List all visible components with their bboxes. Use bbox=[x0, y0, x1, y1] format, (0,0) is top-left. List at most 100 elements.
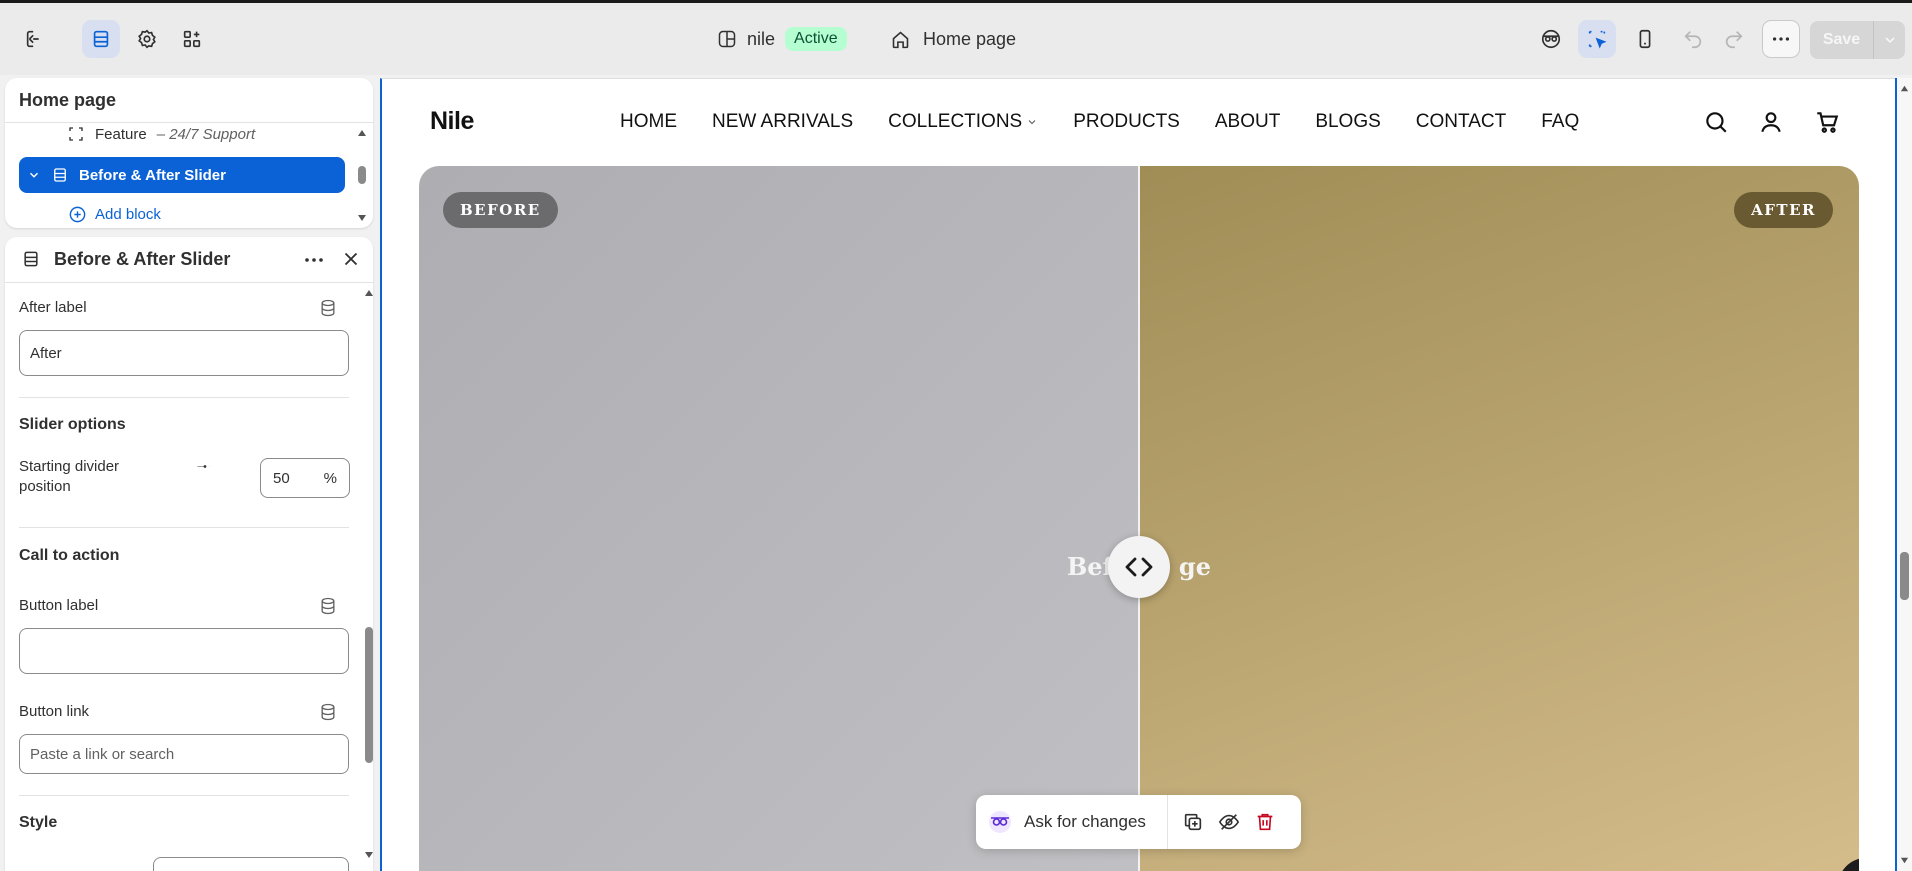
scrollbar-thumb[interactable] bbox=[1900, 552, 1909, 600]
scroll-up-icon[interactable] bbox=[1900, 84, 1909, 93]
settings-gear-icon bbox=[138, 29, 156, 49]
divider bbox=[19, 795, 349, 796]
before-badge: BEFORE bbox=[443, 192, 558, 228]
tree-item-detail: – 24/7 Support bbox=[156, 125, 256, 143]
page-selector[interactable]: Home page bbox=[890, 23, 1016, 55]
cart-icon[interactable] bbox=[1814, 109, 1840, 135]
tree-item-feature[interactable]: Feature – 24/7 Support bbox=[67, 116, 255, 152]
theme-status-badge: Active bbox=[785, 27, 847, 51]
nav-link-home[interactable]: HOME bbox=[620, 111, 677, 133]
theme-preview: Nile HOME NEW ARRIVALS COLLECTIONS PRODU… bbox=[380, 78, 1895, 871]
search-icon[interactable] bbox=[1703, 109, 1729, 135]
duplicate-icon[interactable] bbox=[1182, 811, 1204, 833]
site-nav: HOME NEW ARRIVALS COLLECTIONS PRODUCTS A… bbox=[620, 111, 1579, 133]
redo-button[interactable] bbox=[1715, 20, 1753, 58]
preview-scrollbar[interactable] bbox=[1895, 78, 1912, 871]
nav-link-new-arrivals[interactable]: NEW ARRIVALS bbox=[712, 111, 853, 133]
button-label-input[interactable] bbox=[19, 628, 349, 674]
save-button[interactable]: Save bbox=[1810, 21, 1873, 59]
theme-name: nile bbox=[747, 28, 776, 49]
panel-title: Home page bbox=[19, 90, 117, 110]
settings-header: Before & After Slider bbox=[5, 237, 373, 283]
nav-link-contact[interactable]: CONTACT bbox=[1416, 111, 1506, 133]
divider-position-value: 50 bbox=[273, 469, 290, 487]
account-icon[interactable] bbox=[1758, 109, 1784, 135]
page-name: Home page bbox=[923, 28, 1017, 49]
select-mode-button[interactable] bbox=[1578, 20, 1616, 58]
nav-link-label: COLLECTIONS bbox=[888, 111, 1023, 132]
button-label-label: Button label bbox=[19, 597, 99, 614]
block-dashed-icon bbox=[69, 127, 83, 141]
close-icon[interactable] bbox=[340, 248, 362, 270]
scroll-down-icon[interactable] bbox=[1900, 856, 1909, 865]
button-link-input[interactable]: Paste a link or search bbox=[19, 734, 349, 774]
nav-link-blogs[interactable]: BLOGS bbox=[1315, 111, 1380, 133]
assistant-avatar-icon bbox=[989, 811, 1011, 833]
before-after-slider[interactable]: BEFORE AFTER Bef ge bbox=[419, 166, 1859, 871]
sections-icon bbox=[93, 30, 109, 48]
scroll-down-icon[interactable] bbox=[364, 849, 373, 861]
scroll-down-icon[interactable] bbox=[357, 212, 367, 224]
caption-right: ge bbox=[1178, 552, 1211, 581]
tree-item-before-after-slider[interactable]: Before & After Slider bbox=[19, 157, 345, 193]
slider-divider-line bbox=[1138, 166, 1140, 871]
after-label-label: After label bbox=[19, 299, 87, 316]
nav-link-collections[interactable]: COLLECTIONS bbox=[888, 111, 1038, 133]
mobile-preview-button[interactable] bbox=[1626, 20, 1664, 58]
divider-position-slider[interactable] bbox=[153, 465, 257, 468]
undo-icon bbox=[1684, 31, 1702, 49]
editor-toolbar: nile Active Home page Save bbox=[0, 3, 1912, 75]
tree-item-label: Feature bbox=[95, 125, 147, 143]
before-image bbox=[419, 166, 1139, 871]
database-icon[interactable] bbox=[318, 596, 338, 616]
divider-position-input[interactable]: 50 % bbox=[260, 458, 350, 498]
apps-tab[interactable] bbox=[173, 20, 211, 58]
ask-for-changes-label: Ask for changes bbox=[1024, 812, 1146, 831]
site-logo[interactable]: Nile bbox=[430, 107, 474, 136]
after-label-input[interactable]: After bbox=[19, 330, 349, 376]
style-select[interactable] bbox=[153, 857, 349, 871]
nav-link-products[interactable]: PRODUCTS bbox=[1073, 111, 1180, 133]
nav-link-about[interactable]: ABOUT bbox=[1215, 111, 1280, 133]
home-icon bbox=[892, 30, 909, 48]
theme-selector[interactable]: nile Active bbox=[717, 23, 847, 55]
more-icon[interactable] bbox=[302, 248, 326, 272]
settings-title: Before & After Slider bbox=[54, 249, 231, 269]
plus-circle-icon bbox=[69, 206, 86, 222]
scrollbar-thumb[interactable] bbox=[358, 166, 366, 184]
save-group: Save bbox=[1810, 21, 1905, 59]
scroll-up-icon[interactable] bbox=[364, 287, 373, 299]
hide-icon[interactable] bbox=[1218, 811, 1240, 833]
site-header: Nile HOME NEW ARRIVALS COLLECTIONS PRODU… bbox=[382, 79, 1895, 166]
theme-settings-tab[interactable] bbox=[128, 20, 166, 58]
ask-for-changes-button[interactable]: Ask for changes bbox=[976, 795, 1168, 849]
undo-button[interactable] bbox=[1674, 20, 1712, 58]
caption-left: Bef bbox=[1067, 552, 1113, 581]
chevron-down-icon[interactable] bbox=[27, 168, 41, 182]
add-block-button[interactable]: Add block bbox=[68, 196, 161, 228]
select-cursor-icon bbox=[1588, 30, 1607, 49]
inspector-button[interactable] bbox=[1532, 20, 1570, 58]
trash-icon[interactable] bbox=[1254, 811, 1276, 833]
divider bbox=[19, 527, 349, 528]
layout-icon bbox=[718, 30, 736, 48]
database-icon[interactable] bbox=[318, 298, 338, 318]
scroll-up-icon[interactable] bbox=[357, 127, 367, 139]
call-to-action-title: Call to action bbox=[19, 547, 120, 564]
sections-tab[interactable] bbox=[82, 20, 120, 58]
database-icon[interactable] bbox=[318, 702, 338, 722]
exit-button[interactable] bbox=[16, 20, 54, 58]
tree-item-label: Before & After Slider bbox=[79, 166, 226, 184]
scrollbar-thumb[interactable] bbox=[365, 627, 373, 763]
chevron-down-icon bbox=[1884, 37, 1895, 44]
after-badge: AFTER bbox=[1734, 192, 1833, 228]
add-block-label: Add block bbox=[95, 205, 161, 223]
apps-icon bbox=[183, 30, 201, 48]
left-right-arrows-icon bbox=[1125, 557, 1153, 577]
sections-tree-panel: Home page Feature – 24/7 Support Before … bbox=[5, 78, 373, 228]
nav-link-faq[interactable]: FAQ bbox=[1541, 111, 1579, 133]
style-title: Style bbox=[19, 814, 58, 831]
save-options-button[interactable] bbox=[1873, 21, 1905, 59]
slider-handle[interactable] bbox=[1108, 536, 1170, 598]
more-actions-button[interactable] bbox=[1762, 20, 1800, 58]
